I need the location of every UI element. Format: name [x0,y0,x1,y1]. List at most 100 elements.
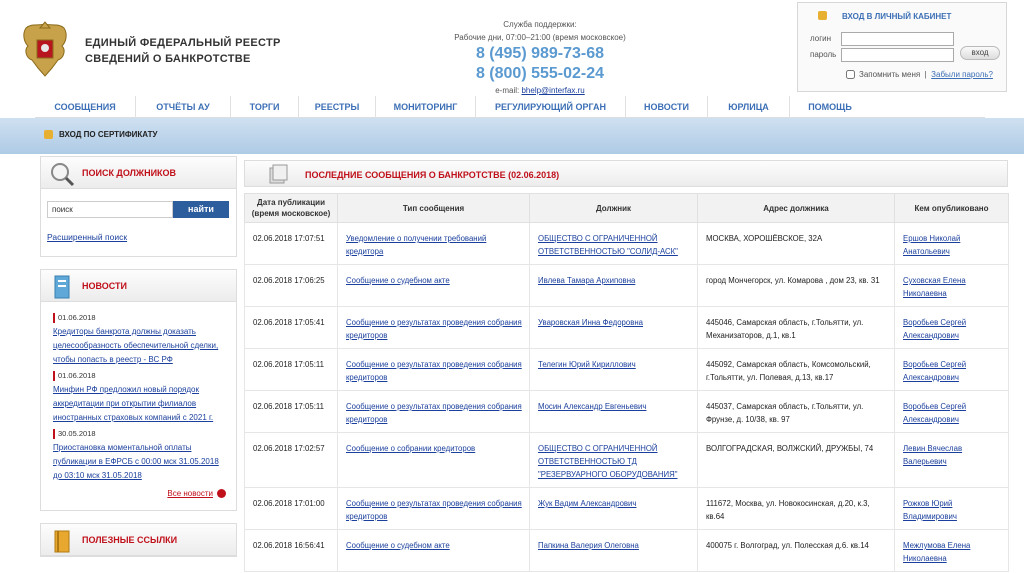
cell-publisher-link[interactable]: Воробьев Сергей Александрович [903,318,966,340]
cell-type-link[interactable]: Уведомление о получении требований креди… [346,234,486,256]
support-email-link[interactable]: bhelp@interfax.ru [521,86,584,95]
cell-date: 02.06.2018 17:02:57 [244,432,338,488]
cell-address: город Мончегорск, ул. Комарова , дом 23,… [697,264,895,307]
cell-debtor-link[interactable]: Уваровская Инна Федоровна [538,318,643,327]
advanced-search-link[interactable]: Расширенный поиск [47,232,127,242]
links-panel-header: ПОЛЕЗНЫЕ ССЫЛКИ [41,524,236,557]
nav-item-reports[interactable]: ОТЧЁТЫ АУ [136,96,231,118]
search-panel-title: ПОИСК ДОЛЖНИКОВ [82,168,177,178]
cell-debtor-link[interactable]: Папкина Валерия Олеговна [538,541,639,550]
news-list: 01.06.2018 Кредиторы банкрота должны док… [41,302,236,510]
forgot-password-link[interactable]: Забыли пароль? [931,70,993,79]
nav-item-help[interactable]: ПОМОЩЬ [790,96,870,118]
cell-address: 445092, Самарская область, Комсомольский… [697,348,895,391]
news-date: 30.05.2018 [53,429,226,439]
cell-debtor-link[interactable]: Телегин Юрий Кириллович [538,360,636,369]
lock-icon [818,11,827,20]
cell-type-link[interactable]: Сообщение о результатах проведения собра… [346,402,522,424]
cert-login-label: ВХОД ПО СЕРТИФИКАТУ [59,130,158,139]
table-row: 02.06.2018 17:07:51 Уведомление о получе… [244,222,1009,265]
nav-item-monitoring[interactable]: МОНИТОРИНГ [376,96,476,118]
news-link[interactable]: Приостановка моментальной оплаты публика… [53,441,226,483]
nav-item-news[interactable]: НОВОСТИ [626,96,708,118]
table-row: 02.06.2018 16:56:41 Сообщение о судебном… [244,529,1009,572]
cell-type-link[interactable]: Сообщение о результатах проведения собра… [346,499,522,521]
cell-type-link[interactable]: Сообщение о собрании кредиторов [346,444,475,453]
book-icon [54,530,70,553]
cell-type-link[interactable]: Сообщение о результатах проведения собра… [346,318,522,340]
login-label: логин [810,34,832,43]
search-input[interactable]: поиск [47,201,173,218]
cell-publisher-link[interactable]: Суховская Елена Николаевна [903,276,966,298]
search-button[interactable]: найти [173,201,229,218]
cell-debtor-link[interactable]: Мосин Александр Евгеньевич [538,402,646,411]
links-panel-title: ПОЛЕЗНЫЕ ССЫЛКИ [82,535,178,546]
messages-title: ПОСЛЕДНИЕ СООБЩЕНИЯ О БАНКРОТСТВЕ (02.06… [305,170,560,180]
cell-address: 445037, Самарская область, г.Тольятти, у… [697,390,895,433]
cell-type-link[interactable]: Сообщение о судебном акте [346,276,450,285]
lock-icon [44,130,53,140]
site-title[interactable]: ЕДИНЫЙ ФЕДЕРАЛЬНЫЙ РЕЕСТР СВЕДЕНИЙ О БАН… [85,35,281,67]
cell-address: 400075 г. Волгоград, ул. Полесская д.6. … [697,529,895,572]
news-link[interactable]: Минфин РФ предложил новый порядок аккред… [53,383,226,425]
cell-publisher-link[interactable]: Левин Вячеслав Валерьевич [903,444,962,466]
newspaper-icon [54,275,70,299]
nav-item-regulator[interactable]: РЕГУЛИРУЮЩИЙ ОРГАН [476,96,626,118]
cell-date: 02.06.2018 17:05:11 [244,348,338,391]
news-panel-header: НОВОСТИ [41,270,236,302]
cell-date: 02.06.2018 17:06:25 [244,264,338,307]
cell-debtor-link[interactable]: Жук Вадим Александрович [538,499,636,508]
arrow-right-icon[interactable] [217,489,226,499]
remember-checkbox[interactable] [846,70,855,80]
cell-publisher-link[interactable]: Ершов Николай Анатольевич [903,234,960,256]
table-row: 02.06.2018 17:05:11 Сообщение о результа… [244,348,1009,391]
table-row: 02.06.2018 17:05:41 Сообщение о результа… [244,306,1009,349]
cell-debtor-link[interactable]: ОБЩЕСТВО С ОГРАНИЧЕННОЙ ОТВЕТСТВЕННОСТЬЮ… [538,444,678,479]
cell-address: 111672, Москва, ул. Новокосинская, д.20,… [697,487,895,530]
column-header-type: Тип сообщения [337,193,530,223]
table-row: 02.06.2018 17:02:57 Сообщение о собрании… [244,432,1009,488]
cell-type-link[interactable]: Сообщение о результатах проведения собра… [346,360,522,382]
nav-item-trades[interactable]: ТОРГИ [231,96,299,118]
nav-item-messages[interactable]: СООБЩЕНИЯ [35,96,136,118]
cell-publisher-link[interactable]: Воробьев Сергей Александрович [903,360,966,382]
cell-type-link[interactable]: Сообщение о судебном акте [346,541,450,550]
all-news-link[interactable]: Все новости [167,489,213,498]
cell-debtor-link[interactable]: Ивлева Тамара Архиповна [538,276,635,285]
cell-date: 02.06.2018 17:05:41 [244,306,338,349]
support-label: Служба поддержки: [503,20,577,29]
search-row: поиск найти [41,189,236,226]
cert-login-link[interactable]: ВХОД ПО СЕРТИФИКАТУ [44,130,158,140]
remember-row: Запомнить меня | Забыли пароль? [846,70,993,80]
news-link[interactable]: Кредиторы банкрота должны доказать целес… [53,325,226,367]
support-hours: Рабочие дни, 07:00–21:00 (время московск… [454,33,626,42]
search-panel-header: ПОИСК ДОЛЖНИКОВ [41,157,236,189]
search-panel: ПОИСК ДОЛЖНИКОВ поиск найти Расширенный … [40,156,237,257]
login-button[interactable]: вход [960,46,1000,60]
site-title-line1: ЕДИНЫЙ ФЕДЕРАЛЬНЫЙ РЕЕСТР [85,37,281,49]
cell-date: 02.06.2018 17:01:00 [244,487,338,530]
magnifier-icon [51,163,75,187]
cell-date: 02.06.2018 17:05:11 [244,390,338,433]
news-panel-title: НОВОСТИ [82,281,128,291]
cell-publisher-link[interactable]: Воробьев Сергей Александрович [903,402,966,424]
documents-icon [269,164,288,184]
nav-item-registries[interactable]: РЕЕСТРЫ [299,96,376,118]
remember-label: Запомнить меня [859,70,921,79]
cell-debtor-link[interactable]: ОБЩЕСТВО С ОГРАНИЧЕННОЙ ОТВЕТСТВЕННОСТЬЮ… [538,234,678,256]
news-panel: НОВОСТИ 01.06.2018 Кредиторы банкрота до… [40,269,237,512]
password-input[interactable] [841,48,954,62]
coat-of-arms-logo[interactable] [18,20,72,78]
login-input[interactable] [841,32,954,46]
nav-item-legal-entities[interactable]: ЮРЛИЦА [708,96,790,118]
main-nav: СООБЩЕНИЯ ОТЧЁТЫ АУ ТОРГИ РЕЕСТРЫ МОНИТО… [35,96,985,118]
cell-address: МОСКВА, ХОРОШЁВСКОЕ, 32А [697,222,895,265]
cell-address: 445046, Самарская область, г.Тольятти, у… [697,306,895,349]
support-phone-1: 8 (495) 989-73-68 [475,45,605,62]
cell-publisher-link[interactable]: Рожков Юрий Владимирович [903,499,957,521]
password-label: пароль [810,50,837,59]
messages-table: Дата публикации (время московское) Тип с… [244,193,1009,572]
news-date: 01.06.2018 [53,371,226,381]
cell-publisher-link[interactable]: Межлумова Елена Николаевна [903,541,970,563]
login-title[interactable]: ВХОД В ЛИЧНЫЙ КАБИНЕТ [842,12,951,21]
